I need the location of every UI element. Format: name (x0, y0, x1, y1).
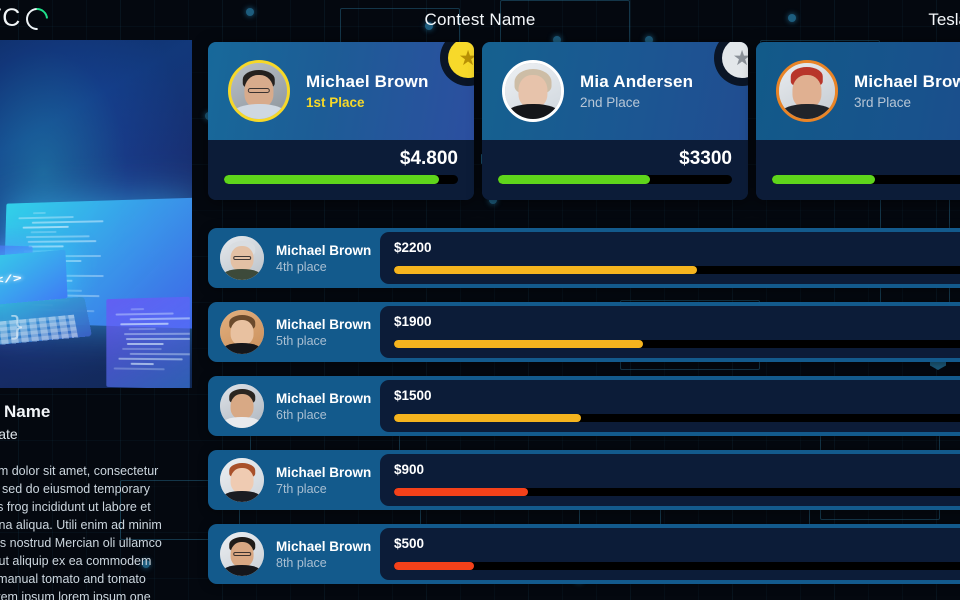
avatar (220, 384, 264, 428)
competitor-name: Mia Andersen (580, 72, 694, 91)
progress-track (394, 266, 960, 274)
avatar (220, 310, 264, 354)
prize-amount: $500 (394, 536, 425, 551)
prize-amount: $900 (394, 462, 425, 477)
curly-brace-icon: { } (0, 312, 25, 342)
competitor-name: Michael Brown (854, 72, 960, 91)
code-tag-icon: </> (0, 272, 23, 287)
leaderboard-row[interactable]: Michael Brown 4th place $2200 (208, 228, 960, 288)
progress-track (394, 414, 960, 422)
row-score-panel: $1500 (380, 380, 960, 432)
header-right-label: Tesla (928, 10, 960, 29)
podium-card-footer: $3300 (482, 140, 748, 200)
star-icon: ★ (458, 46, 474, 70)
podium-card-1st[interactable]: Michael Brown 1st Place ★ $4.800 (208, 42, 474, 200)
avatar (220, 236, 264, 280)
rank-badge-silver: ★ (714, 42, 748, 86)
podium-card-header: Mia Andersen 2nd Place ★ (482, 42, 748, 140)
progress-fill (224, 175, 440, 184)
avatar (228, 60, 290, 122)
competitor-name: Michael Brown (276, 464, 372, 480)
podium-card-footer: $4.800 (208, 140, 474, 200)
avatar (502, 60, 564, 122)
leaderboard-row[interactable]: Michael Brown 8th place $500 (208, 524, 960, 584)
progress-track (394, 488, 960, 496)
contest-date: Contest Date (0, 426, 18, 442)
podium-card-header: Michael Brown 1st Place ★ (208, 42, 474, 140)
row-score-panel: $1900 (380, 306, 960, 358)
row-score-panel: $2200 (380, 232, 960, 284)
competitor-name: Michael Brown (306, 72, 429, 91)
leaderboard-list: Michael Brown 4th place $2200 Michael Brown… (208, 228, 960, 598)
competitor-name: Michael Brown (276, 316, 372, 332)
competitor-name: Michael Brown (276, 390, 372, 406)
podium-card-footer: $ (756, 140, 960, 200)
place-label: 3rd Place (854, 95, 912, 110)
progress-fill (772, 175, 875, 184)
podium-name-block: Michael Brown 3rd Place (854, 72, 960, 110)
prize-amount: $4.800 (399, 148, 458, 169)
progress-fill (394, 414, 581, 422)
avatar (220, 458, 264, 502)
place-label: 2nd Place (580, 95, 641, 110)
progress-track (498, 175, 732, 184)
floating-code-panel-right (106, 296, 190, 388)
podium-card-3rd[interactable]: Michael Brown 3rd Place $ (756, 42, 960, 200)
prize-amount: $1500 (394, 388, 432, 403)
progress-fill (394, 340, 644, 348)
progress-track (394, 340, 960, 348)
row-score-panel: $900 (380, 454, 960, 506)
place-label: 1st Place (306, 95, 365, 110)
avatar (776, 60, 838, 122)
progress-fill (394, 266, 697, 274)
prize-amount: $1900 (394, 314, 432, 329)
row-name-block: Michael Brown 5th place (276, 317, 380, 348)
row-name-block: Michael Brown 6th place (276, 391, 380, 422)
place-label: 5th place (276, 333, 327, 348)
podium-card-2nd[interactable]: Mia Andersen 2nd Place ★ $3300 (482, 42, 748, 200)
competitor-name: Michael Brown (276, 538, 372, 554)
row-score-panel: $500 (380, 528, 960, 580)
rank-badge-gold: ★ (440, 42, 474, 86)
leaderboard-row[interactable]: Michael Brown 6th place $1500 (208, 376, 960, 436)
contest-info-panel: </> { } Contest Name Contest Date Lorem … (0, 40, 192, 600)
progress-track (772, 175, 960, 184)
prize-amount: $3300 (679, 148, 732, 169)
place-label: 4th place (276, 259, 327, 274)
prize-amount: $2200 (394, 240, 432, 255)
contest-description-text: Lorem ipsum dolor sit amet, consectetur … (0, 464, 162, 600)
progress-fill (394, 488, 528, 496)
podium-name-block: Michael Brown 1st Place (306, 72, 429, 110)
page-title: Contest Name (424, 10, 536, 29)
podium-card-header: Michael Brown 3rd Place (756, 42, 960, 140)
row-name-block: Michael Brown 7th place (276, 465, 380, 496)
competitor-name: Michael Brown (276, 242, 372, 258)
progress-fill (394, 562, 475, 570)
star-icon: ★ (732, 46, 748, 70)
leaderboard-row[interactable]: Michael Brown 5th place $1900 (208, 302, 960, 362)
row-name-block: Michael Brown 4th place (276, 243, 380, 274)
avatar (220, 532, 264, 576)
progress-fill (498, 175, 651, 184)
leaderboard-row[interactable]: Michael Brown 7th place $900 (208, 450, 960, 510)
place-label: 7th place (276, 481, 327, 496)
podium-name-block: Mia Andersen 2nd Place (580, 72, 693, 110)
top-bar: TC Contest Name Tesla (0, 0, 960, 40)
contest-meta: Contest Name Contest Date Lorem ipsum do… (0, 388, 192, 600)
progress-track (224, 175, 458, 184)
hero-illustration: </> { } (0, 40, 192, 388)
place-label: 6th place (276, 407, 327, 422)
row-name-block: Michael Brown 8th place (276, 539, 380, 570)
place-label: 8th place (276, 555, 327, 570)
contest-name-heading: Contest Name (0, 402, 51, 421)
progress-track (394, 562, 960, 570)
